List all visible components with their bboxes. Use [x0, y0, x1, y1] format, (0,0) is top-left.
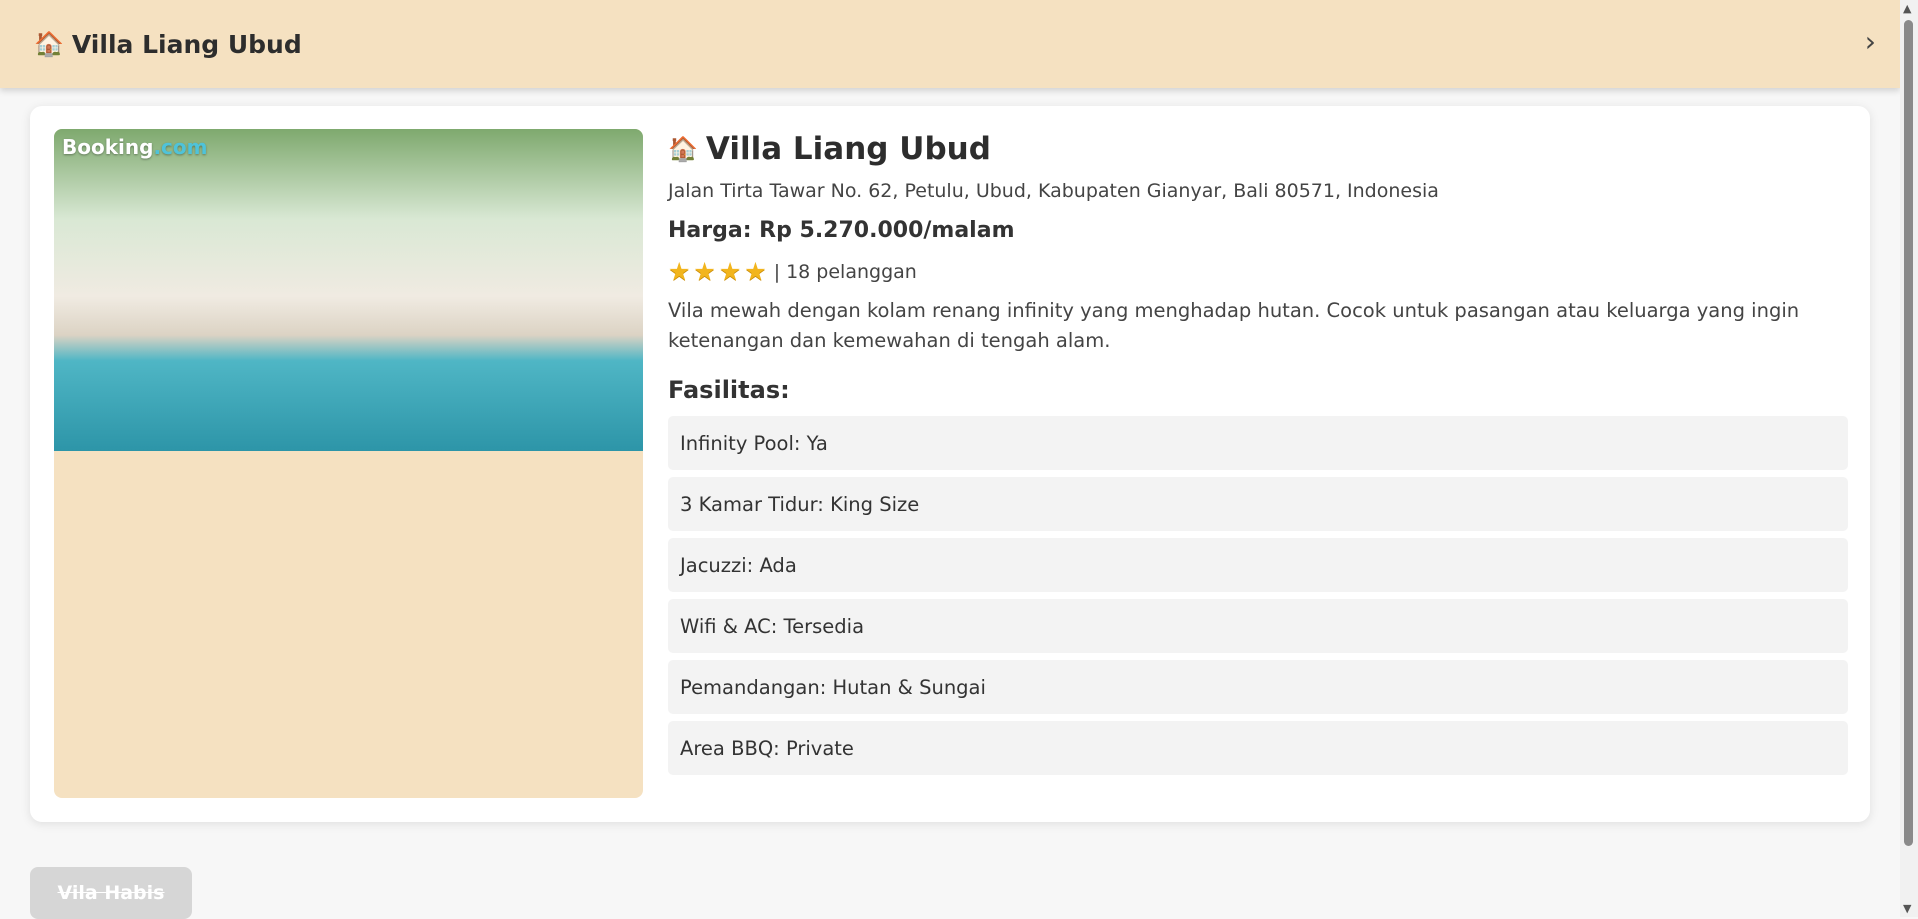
scroll-down-icon[interactable]: ▼: [1903, 903, 1911, 914]
sold-out-button[interactable]: Vila Habis: [30, 867, 192, 919]
facility-item: Area BBQ: Private: [668, 721, 1848, 775]
top-header: 🏠 Villa Liang Ubud ›: [0, 0, 1900, 88]
rating-separator: |: [773, 260, 781, 283]
facilities-list: Infinity Pool: Ya 3 Kamar Tidur: King Si…: [668, 416, 1848, 775]
header-title: Villa Liang Ubud: [71, 29, 302, 59]
villa-media: Booking.com: [54, 129, 643, 798]
villa-details: 🏠 Villa Liang Ubud Jalan Tirta Tawar No.…: [668, 128, 1848, 782]
villa-price: Harga: Rp 5.270.000/malam: [668, 218, 1015, 243]
villa-title-row: 🏠 Villa Liang Ubud: [668, 128, 1848, 170]
scroll-up-icon[interactable]: ▲: [1903, 3, 1911, 14]
star-icon: ★: [668, 257, 691, 286]
villa-address: Jalan Tirta Tawar No. 62, Petulu, Ubud, …: [668, 180, 1439, 202]
facility-item: Pemandangan: Hutan & Sungai: [668, 660, 1848, 714]
villa-description: Vila mewah dengan kolam renang infinity …: [668, 299, 1800, 352]
chevron-right-icon[interactable]: ›: [1865, 28, 1876, 56]
rating: ★ ★ ★ ★ | 18 pelanggan: [668, 259, 1848, 284]
booking-watermark: Booking.com: [62, 135, 208, 159]
facility-item: Infinity Pool: Ya: [668, 416, 1848, 470]
house-icon: 🏠: [34, 30, 64, 58]
star-icon: ★: [718, 257, 742, 286]
villa-card: Booking.com 🏠 Villa Liang Ubud Jalan Tir…: [30, 106, 1870, 822]
house-icon: 🏠: [668, 135, 698, 163]
facility-item: Wifi & AC: Tersedia: [668, 599, 1848, 653]
villa-title: Villa Liang Ubud: [705, 131, 991, 167]
facility-item: 3 Kamar Tidur: King Size: [668, 477, 1848, 531]
review-count: 18 pelanggan: [786, 260, 917, 283]
scroll-thumb[interactable]: [1904, 20, 1913, 846]
facilities-title: Fasilitas:: [668, 376, 790, 404]
star-icon: ★: [693, 257, 716, 286]
vertical-scrollbar[interactable]: ▲ ▼: [1900, 0, 1918, 917]
villa-photo: Booking.com: [54, 129, 643, 451]
facility-item: Jacuzzi: Ada: [668, 538, 1848, 592]
star-icon: ★: [744, 257, 767, 286]
rating-stars: ★ ★ ★ ★: [668, 259, 770, 284]
